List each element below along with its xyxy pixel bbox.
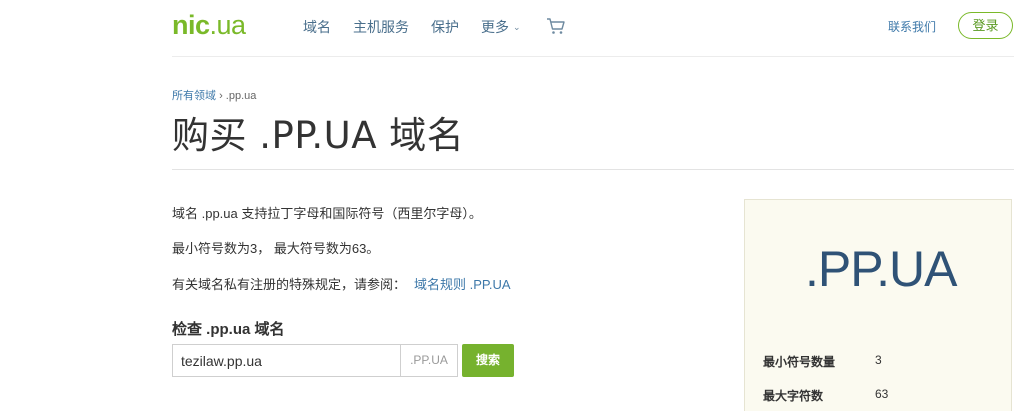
domain-rules-link[interactable]: 域名规则 .PP.UA: [414, 277, 511, 292]
info-charset: 域名 .pp.ua 支持拉丁字母和国际符号（西里尔字母）。: [172, 206, 482, 221]
cart-icon[interactable]: [546, 17, 566, 35]
logo-text-tld: .ua: [209, 10, 247, 40]
breadcrumb-separator: ›: [219, 90, 223, 102]
info-rules: 有关域名私有注册的特殊规定，请参阅： 域名规则 .PP.UA: [172, 274, 511, 293]
min-chars-label: 最小符号数量: [763, 355, 836, 369]
page-title: 购买 .PP.UA 域名: [172, 114, 465, 157]
min-chars-value: 3: [875, 353, 882, 367]
header-divider: [172, 56, 1014, 57]
zone-name: .PP.UA: [805, 241, 957, 297]
zone-info-card: .PP.UA 最小符号数量 3 最大字符数 63: [744, 199, 1012, 411]
breadcrumb: 所有领域 › .pp.ua: [172, 87, 256, 103]
breadcrumb-all-domains[interactable]: 所有领域: [172, 90, 216, 102]
nav-domains[interactable]: 域名: [303, 17, 331, 37]
breadcrumb-current: .pp.ua: [225, 90, 257, 102]
login-button[interactable]: 登录: [958, 12, 1013, 39]
domain-suffix-label: .PP.UA: [400, 344, 458, 377]
nic-ua-logo[interactable]: nic.ua: [172, 10, 246, 41]
logo-text-main: nic: [172, 10, 210, 40]
nav-more[interactable]: 更多 ⌄: [481, 17, 521, 37]
max-chars-label: 最大字符数: [763, 389, 824, 403]
nav-hosting[interactable]: 主机服务: [353, 17, 409, 37]
nav-more-label: 更多: [481, 19, 509, 35]
chevron-down-icon: ⌄: [513, 21, 521, 32]
search-button[interactable]: 搜索: [462, 344, 514, 377]
site-header: nic.ua 域名 主机服务 保护 更多 ⌄ 联系我们 登录: [0, 0, 1024, 56]
title-divider: [172, 169, 1014, 170]
check-domain-heading: 检查 .pp.ua 域名: [172, 321, 285, 338]
info-rules-text: 有关域名私有注册的特殊规定，请参阅：: [172, 277, 407, 292]
contact-us-link[interactable]: 联系我们: [888, 18, 936, 35]
main-nav: 域名 主机服务 保护 更多 ⌄: [303, 17, 543, 37]
max-chars-value: 63: [875, 387, 889, 401]
info-length: 最小符号数为3， 最大符号数为63。: [172, 241, 380, 256]
domain-search-input[interactable]: [172, 344, 400, 377]
nav-protection[interactable]: 保护: [431, 17, 459, 37]
